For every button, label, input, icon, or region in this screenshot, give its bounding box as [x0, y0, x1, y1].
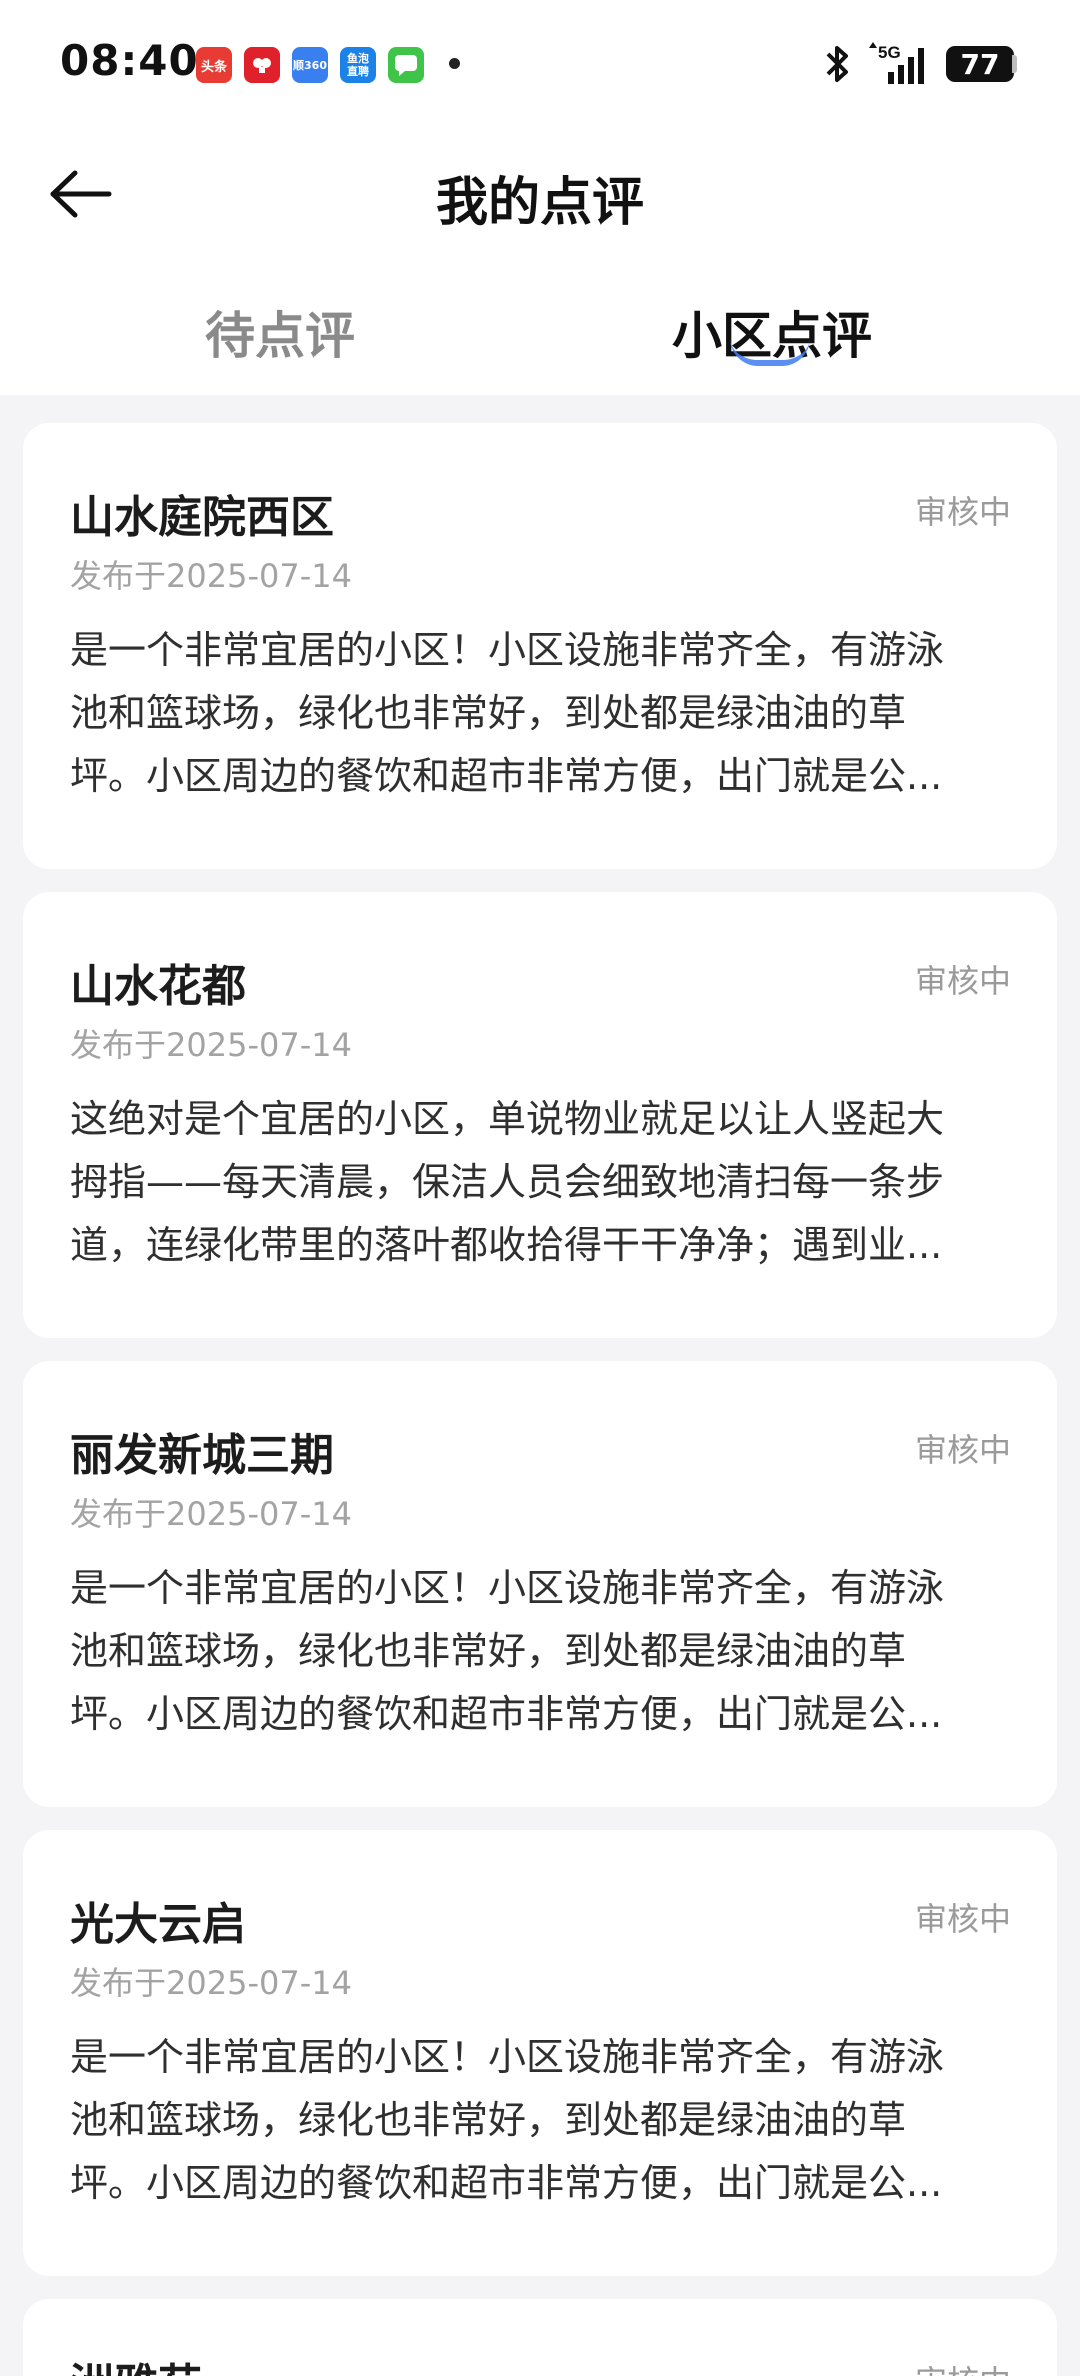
community-name: 光大云启 [70, 1899, 246, 1950]
tab-pending-review[interactable]: 待点评 [205, 296, 355, 368]
page-title: 我的点评 [435, 173, 644, 233]
review-status-badge: 审核中 [914, 493, 1011, 531]
review-line: 池和篮球场，绿化也非常好，到处都是绿油油的草 [70, 1629, 907, 1673]
review-status-badge: 审核中 [915, 2357, 1011, 2376]
toutiao-app-icon: 头条 [196, 47, 232, 83]
community-name: 丽发新城三期 [70, 1430, 334, 1481]
review-line: 是一个非常宜居的小区！小区设施非常齐全，有游泳 [70, 1566, 945, 1610]
review-line: 池和篮球场，绿化也非常好，到处都是绿油油的草 [70, 691, 907, 735]
svg-text:5G: 5G [878, 43, 901, 62]
app-360-icon: 顺360 [292, 47, 328, 83]
review-status-badge: 审核中 [914, 962, 1011, 1000]
community-name: 山水庭院西区 [70, 492, 334, 543]
review-text: 是一个非常宜居的小区！小区设施非常齐全，有游泳 池和篮球场，绿化也非常好，到处都… [70, 2026, 1010, 2215]
review-line: 这绝对是个宜居的小区，单说物业就足以让人竖起大 [70, 1097, 945, 1141]
review-line: 坪。小区周边的餐饮和超市非常方便，出门就是公... [70, 2161, 943, 2205]
top-header-area: 08:40 头条 顺360 鱼泡直聘 5G 77 我的点评 待点评 小区点评 [0, 0, 1080, 395]
review-text: 是一个非常宜居的小区！小区设施非常齐全，有游泳 池和篮球场，绿化也非常好，到处都… [70, 1557, 1010, 1746]
community-name: 山水花都 [70, 961, 246, 1012]
review-line: 坪。小区周边的餐饮和超市非常方便，出门就是公... [70, 1692, 943, 1736]
review-line: 道，连绿化带里的落叶都收拾得干干净净；遇到业... [70, 1223, 943, 1267]
review-card[interactable]: 山水庭院西区 审核中 发布于2025-07-14 是一个非常宜居的小区！小区设施… [23, 423, 1057, 869]
yupao-app-icon: 鱼泡直聘 [340, 47, 376, 83]
review-status-badge: 审核中 [914, 1431, 1011, 1469]
review-line: 坪。小区周边的餐饮和超市非常方便，出门就是公... [70, 754, 943, 798]
publish-date: 发布于2025-07-14 [70, 557, 352, 595]
status-time: 08:40 [60, 36, 199, 85]
review-text: 这绝对是个宜居的小区，单说物业就足以让人竖起大 拇指——每天清晨，保洁人员会细致… [70, 1088, 1010, 1277]
yupao-label: 鱼泡直聘 [347, 52, 369, 78]
bluetooth-icon [822, 42, 852, 90]
review-card[interactable]: 洲雅苑 审核中 [23, 2299, 1057, 2376]
battery-level: 77 [960, 47, 1000, 81]
review-card[interactable]: 丽发新城三期 审核中 发布于2025-07-14 是一个非常宜居的小区！小区设施… [23, 1361, 1057, 1807]
review-line: 是一个非常宜居的小区！小区设施非常齐全，有游泳 [70, 2035, 945, 2079]
review-line: 是一个非常宜居的小区！小区设施非常齐全，有游泳 [70, 628, 945, 672]
toutiao-label: 头条 [200, 59, 227, 75]
review-line: 拇指——每天清晨，保洁人员会细致地清扫每一条步 [70, 1160, 945, 1204]
status-bar: 08:40 头条 顺360 鱼泡直聘 5G 77 [0, 0, 1080, 130]
cellular-signal-icon: 5G [866, 40, 936, 90]
community-name: 洲雅苑 [70, 2349, 202, 2376]
review-status-badge: 审核中 [914, 1900, 1011, 1938]
review-card[interactable]: 光大云启 审核中 发布于2025-07-14 是一个非常宜居的小区！小区设施非常… [23, 1830, 1057, 2276]
messages-app-icon [388, 47, 424, 83]
publish-date: 发布于2025-07-14 [70, 1026, 352, 1064]
pinduoduo-app-icon [244, 47, 280, 83]
battery-icon: 77 [946, 46, 1014, 82]
more-notifications-dot [449, 58, 460, 69]
publish-date: 发布于2025-07-14 [70, 1495, 352, 1533]
review-line: 池和篮球场，绿化也非常好，到处都是绿油油的草 [70, 2098, 907, 2142]
review-card[interactable]: 山水花都 审核中 发布于2025-07-14 这绝对是个宜居的小区，单说物业就足… [23, 892, 1057, 1338]
review-text: 是一个非常宜居的小区！小区设施非常齐全，有游泳 池和篮球场，绿化也非常好，到处都… [70, 619, 1010, 808]
app-360-label: 顺360 [293, 59, 327, 72]
publish-date: 发布于2025-07-14 [70, 1964, 352, 2002]
battery-tip [1012, 55, 1017, 73]
